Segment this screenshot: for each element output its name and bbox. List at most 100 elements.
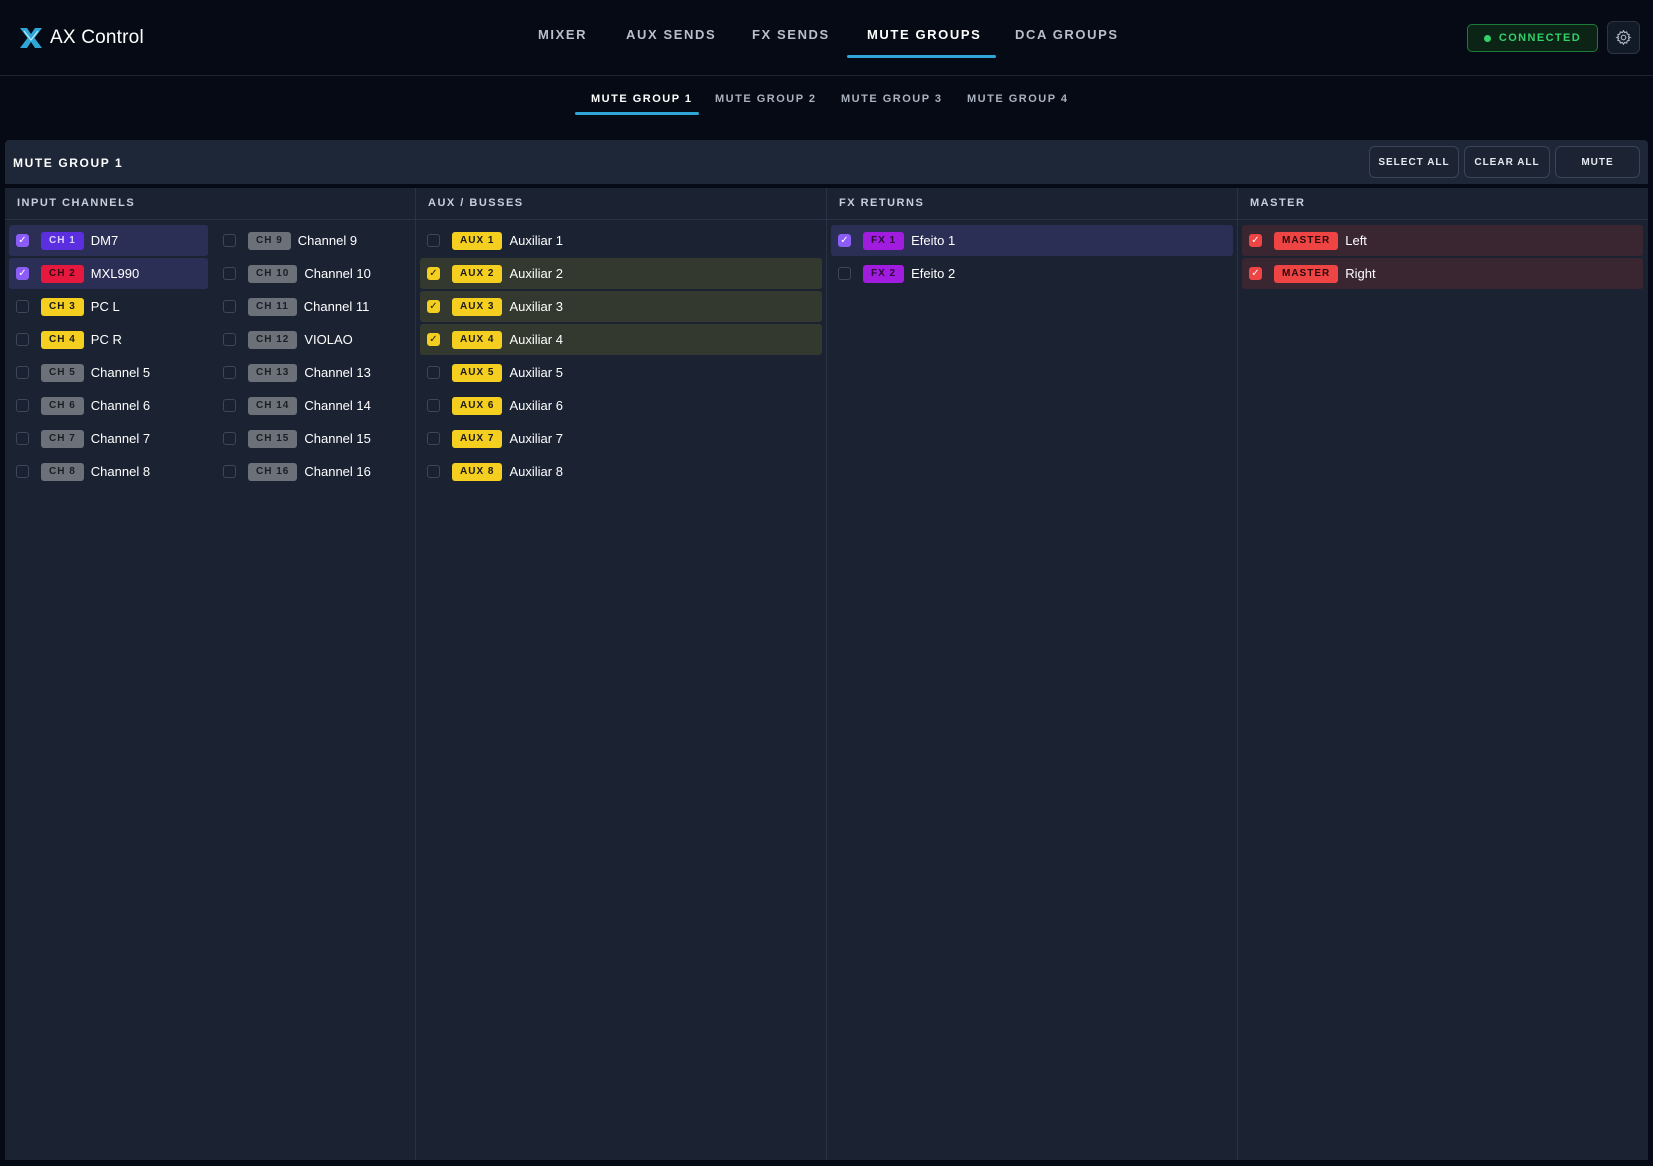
mute-checkbox[interactable]: ✓ — [427, 300, 440, 313]
channel-name: Channel 8 — [90, 464, 151, 479]
channel-row[interactable]: CH 12 VIOLAO — [216, 324, 411, 355]
channel-row[interactable]: FX 2 Efeito 2 — [831, 258, 1233, 289]
channel-name: DM7 — [90, 233, 119, 248]
channel-tag: MASTER — [1274, 264, 1339, 283]
tab-dca-groups[interactable]: DCA GROUPS — [1015, 27, 1119, 49]
mute-checkbox[interactable] — [838, 267, 851, 280]
mute-checkbox[interactable] — [16, 432, 29, 445]
channel-row[interactable]: CH 7 Channel 7 — [9, 423, 208, 454]
input-channels-column: INPUT CHANNELS ✓ CH 1 DM7 ✓ CH 2 MXL990 CH 3 PC… — [5, 188, 416, 1160]
channel-name: Auxiliar 8 — [509, 464, 563, 479]
channel-row[interactable]: AUX 6 Auxiliar 6 — [420, 390, 822, 421]
mute-checkbox[interactable] — [427, 366, 440, 379]
channel-row[interactable]: ✓ AUX 2 Auxiliar 2 — [420, 258, 822, 289]
mute-checkbox[interactable] — [223, 465, 236, 478]
channel-name: Auxiliar 4 — [509, 332, 563, 347]
channel-tag: AUX 7 — [452, 429, 503, 448]
channel-name: Channel 6 — [90, 398, 151, 413]
channel-tag: CH 15 — [248, 429, 298, 448]
channel-row[interactable]: AUX 1 Auxiliar 1 — [420, 225, 822, 256]
fx-returns-column: FX RETURNS ✓ FX 1 Efeito 1 FX 2 Efeito 2 — [827, 188, 1238, 1160]
mute-checkbox[interactable] — [223, 300, 236, 313]
mute-group-panel: INPUT CHANNELS ✓ CH 1 DM7 ✓ CH 2 MXL990 CH 3 PC… — [5, 188, 1648, 1160]
channel-name: Auxiliar 3 — [509, 299, 563, 314]
mute-checkbox[interactable] — [223, 366, 236, 379]
mute-checkbox[interactable] — [223, 267, 236, 280]
channel-row[interactable]: CH 3 PC L — [9, 291, 208, 322]
channel-row[interactable]: CH 11 Channel 11 — [216, 291, 411, 322]
channel-tag: CH 11 — [248, 297, 297, 316]
channel-row[interactable]: AUX 5 Auxiliar 5 — [420, 357, 822, 388]
channel-name: MXL990 — [90, 266, 140, 281]
mute-checkbox[interactable] — [427, 234, 440, 247]
channel-name: PC R — [90, 332, 122, 347]
channel-row[interactable]: CH 13 Channel 13 — [216, 357, 411, 388]
channel-row[interactable]: CH 9 Channel 9 — [216, 225, 411, 256]
channel-name: Channel 9 — [297, 233, 358, 248]
mute-checkbox[interactable]: ✓ — [1249, 234, 1262, 247]
channel-row[interactable]: CH 8 Channel 8 — [9, 456, 208, 487]
tab-mute-group-3[interactable]: MUTE GROUP 3 — [841, 93, 943, 109]
channel-row[interactable]: CH 16 Channel 16 — [216, 456, 411, 487]
column-header: FX RETURNS — [827, 188, 1237, 220]
gear-icon — [1615, 29, 1632, 46]
channel-row[interactable]: CH 14 Channel 14 — [216, 390, 411, 421]
mute-checkbox[interactable] — [223, 399, 236, 412]
channel-name: Auxiliar 7 — [509, 431, 563, 446]
channel-row[interactable]: CH 6 Channel 6 — [9, 390, 208, 421]
tab-fx-sends[interactable]: FX SENDS — [752, 27, 830, 49]
mute-checkbox[interactable] — [16, 300, 29, 313]
channel-row[interactable]: ✓ AUX 3 Auxiliar 3 — [420, 291, 822, 322]
tab-mute-group-1[interactable]: MUTE GROUP 1 — [591, 93, 693, 109]
channel-row[interactable]: ✓ AUX 4 Auxiliar 4 — [420, 324, 822, 355]
clear-all-button[interactable]: CLEAR ALL — [1464, 146, 1550, 178]
mute-checkbox[interactable]: ✓ — [427, 333, 440, 346]
status-dot-icon — [1483, 34, 1491, 42]
channel-row[interactable]: ✓ MASTER Left — [1242, 225, 1643, 256]
tab-mute-group-2[interactable]: MUTE GROUP 2 — [715, 93, 817, 109]
channel-tag: FX 2 — [863, 264, 905, 283]
connection-status-label: CONNECTED — [1498, 32, 1582, 44]
channel-tag: CH 5 — [41, 363, 84, 382]
channel-row[interactable]: AUX 7 Auxiliar 7 — [420, 423, 822, 454]
mute-checkbox[interactable] — [223, 234, 236, 247]
mute-checkbox[interactable] — [427, 465, 440, 478]
mute-checkbox[interactable] — [427, 399, 440, 412]
select-all-button[interactable]: SELECT ALL — [1369, 146, 1459, 178]
mute-checkbox[interactable] — [223, 432, 236, 445]
mute-checkbox[interactable] — [16, 399, 29, 412]
channel-tag: CH 7 — [41, 429, 84, 448]
channel-row[interactable]: ✓ CH 2 MXL990 — [9, 258, 208, 289]
mute-checkbox[interactable]: ✓ — [427, 267, 440, 280]
mute-checkbox[interactable] — [223, 333, 236, 346]
mute-checkbox[interactable]: ✓ — [1249, 267, 1262, 280]
mute-checkbox[interactable]: ✓ — [16, 267, 29, 280]
channel-row[interactable]: CH 5 Channel 5 — [9, 357, 208, 388]
channel-row[interactable]: CH 4 PC R — [9, 324, 208, 355]
tab-aux-sends[interactable]: AUX SENDS — [626, 27, 716, 49]
tab-mute-groups[interactable]: MUTE GROUPS — [867, 27, 981, 49]
mute-checkbox[interactable] — [16, 366, 29, 379]
channel-row[interactable]: AUX 8 Auxiliar 8 — [420, 456, 822, 487]
channel-name: Auxiliar 2 — [509, 266, 563, 281]
channel-row[interactable]: ✓ MASTER Right — [1242, 258, 1643, 289]
mute-checkbox[interactable]: ✓ — [838, 234, 851, 247]
tab-mixer[interactable]: MIXER — [538, 27, 587, 49]
channel-name: Efeito 1 — [911, 233, 956, 248]
settings-button[interactable] — [1607, 21, 1640, 54]
channel-row[interactable]: ✓ FX 1 Efeito 1 — [831, 225, 1233, 256]
channel-row[interactable]: CH 10 Channel 10 — [216, 258, 411, 289]
mute-checkbox[interactable] — [16, 465, 29, 478]
mute-checkbox[interactable] — [16, 333, 29, 346]
mute-button[interactable]: MUTE — [1555, 146, 1640, 178]
channel-tag: CH 13 — [248, 363, 298, 382]
channel-name: Channel 13 — [304, 365, 371, 380]
channel-name: Channel 16 — [304, 464, 371, 479]
channel-tag: AUX 3 — [452, 297, 503, 316]
channel-name: Efeito 2 — [911, 266, 956, 281]
channel-row[interactable]: CH 15 Channel 15 — [216, 423, 411, 454]
channel-row[interactable]: ✓ CH 1 DM7 — [9, 225, 208, 256]
tab-mute-group-4[interactable]: MUTE GROUP 4 — [967, 93, 1069, 109]
mute-checkbox[interactable] — [427, 432, 440, 445]
mute-checkbox[interactable]: ✓ — [16, 234, 29, 247]
